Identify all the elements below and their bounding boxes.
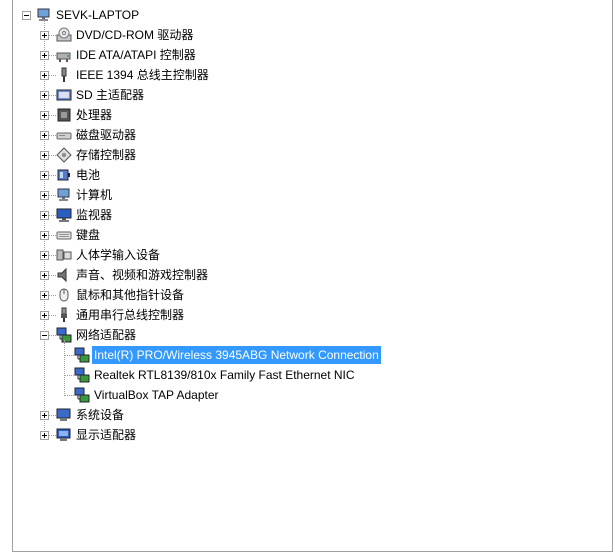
expand-toggle-5[interactable] (40, 131, 49, 140)
expand-toggle-1[interactable] (40, 51, 49, 60)
display-adapter-icon (56, 427, 72, 443)
device-category-12[interactable]: 声音、视频和游戏控制器 (74, 266, 210, 284)
device-category-16[interactable]: 系统设备 (74, 406, 126, 424)
expand-toggle-12[interactable] (40, 271, 49, 280)
device-category-0[interactable]: DVD/CD-ROM 驱动器 (74, 26, 195, 44)
dvd-drive-icon (56, 27, 72, 43)
computer-icon (56, 187, 72, 203)
network-adapter-item-0[interactable]: Intel(R) PRO/Wireless 3945ABG Network Co… (92, 346, 381, 364)
tree-connector-line (44, 20, 45, 436)
storage-controller-icon (56, 147, 72, 163)
battery-icon (56, 167, 72, 183)
device-category-15[interactable]: 网络适配器 (74, 326, 138, 344)
device-category-6[interactable]: 存储控制器 (74, 146, 138, 164)
network-adapter-item-2[interactable]: VirtualBox TAP Adapter (92, 386, 221, 404)
device-category-1[interactable]: IDE ATA/ATAPI 控制器 (74, 46, 198, 64)
expand-toggle-4[interactable] (40, 111, 49, 120)
sound-icon (56, 267, 72, 283)
mouse-icon (56, 287, 72, 303)
keyboard-icon (56, 227, 72, 243)
device-category-10[interactable]: 键盘 (74, 226, 102, 244)
tree-connector-line (64, 375, 74, 376)
device-category-3[interactable]: SD 主适配器 (74, 86, 146, 104)
sd-adapter-icon (56, 87, 72, 103)
device-category-4[interactable]: 处理器 (74, 106, 114, 124)
network-adapter-icon (74, 387, 90, 403)
device-category-13[interactable]: 鼠标和其他指针设备 (74, 286, 186, 304)
expand-toggle-15[interactable] (40, 331, 49, 340)
hid-icon (56, 247, 72, 263)
device-category-5[interactable]: 磁盘驱动器 (74, 126, 138, 144)
tree-connector-line (64, 395, 74, 396)
network-adapter-item-1[interactable]: Realtek RTL8139/810x Family Fast Etherne… (92, 366, 357, 384)
expand-toggle-10[interactable] (40, 231, 49, 240)
ieee1394-icon (56, 67, 72, 83)
expand-toggle-2[interactable] (40, 71, 49, 80)
monitor-icon (56, 207, 72, 223)
network-adapter-icon (74, 367, 90, 383)
device-tree: SEVK-LAPTOP DVD/CD-ROM 驱动器 IDE ATA/ATAPI 控… (0, 0, 615, 554)
expand-toggle-0[interactable] (40, 31, 49, 40)
device-category-2[interactable]: IEEE 1394 总线主控制器 (74, 66, 211, 84)
device-category-11[interactable]: 人体学输入设备 (74, 246, 162, 264)
device-category-9[interactable]: 监视器 (74, 206, 114, 224)
root-collapse-toggle[interactable] (22, 11, 31, 20)
network-adapter-icon (74, 347, 90, 363)
expand-toggle-6[interactable] (40, 151, 49, 160)
ide-controller-icon (56, 47, 72, 63)
expand-toggle-16[interactable] (40, 411, 49, 420)
usb-icon (56, 307, 72, 323)
tree-connector-line (64, 355, 74, 356)
device-category-7[interactable]: 电池 (74, 166, 102, 184)
processor-icon (56, 107, 72, 123)
expand-toggle-14[interactable] (40, 311, 49, 320)
disk-drive-icon (56, 127, 72, 143)
tree-root-label[interactable]: SEVK-LAPTOP (54, 6, 141, 24)
expand-toggle-13[interactable] (40, 291, 49, 300)
expand-toggle-8[interactable] (40, 191, 49, 200)
device-category-14[interactable]: 通用串行总线控制器 (74, 306, 186, 324)
expand-toggle-17[interactable] (40, 431, 49, 440)
expand-toggle-11[interactable] (40, 251, 49, 260)
device-category-17[interactable]: 显示适配器 (74, 426, 138, 444)
device-category-8[interactable]: 计算机 (74, 186, 114, 204)
tree-connector-line (64, 340, 65, 396)
system-devices-icon (56, 407, 72, 423)
expand-toggle-7[interactable] (40, 171, 49, 180)
expand-toggle-3[interactable] (40, 91, 49, 100)
expand-toggle-9[interactable] (40, 211, 49, 220)
